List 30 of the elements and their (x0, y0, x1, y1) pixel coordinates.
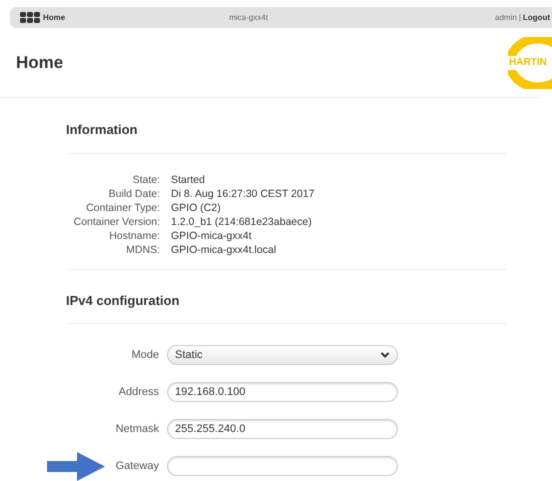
info-value: GPIO-mica-gxx4t.local (171, 242, 276, 256)
field-label: Gateway (114, 458, 159, 474)
section-heading: IPv4 configuration (66, 270, 506, 324)
home-link[interactable]: Home (43, 12, 66, 24)
input-field[interactable] (167, 456, 398, 476)
info-label: Container Type: (85, 200, 160, 214)
info-value: 1.2.0_b1 (214:681e23abaece) (171, 214, 312, 228)
logout-link[interactable]: Logout (522, 12, 550, 24)
info-value: Started (171, 172, 205, 186)
info-label: State: (132, 172, 160, 186)
info-label: MDNS: (125, 242, 160, 256)
apps-grid-icon[interactable] (20, 12, 40, 23)
user-name: admin (495, 12, 517, 24)
info-value: Di 8. Aug 16:27:30 CEST 2017 (171, 186, 314, 200)
info-value: GPIO (C2) (171, 200, 221, 214)
field-label: Mode (130, 348, 159, 363)
page-title: Home (16, 52, 64, 74)
separator-text: | (518, 12, 521, 24)
hostname-label: mica-gxx4t (229, 12, 268, 24)
field-label: Address (118, 384, 159, 400)
info-label: Build Date: (108, 186, 160, 200)
input-field[interactable]: 192.168.0.100 (167, 382, 398, 402)
info-label: Hostname: (108, 228, 160, 242)
info-value: GPIO-mica-gxx4t (171, 228, 252, 242)
section-heading: Information (66, 98, 506, 154)
info-label: Container Version: (72, 214, 160, 228)
field-label: Netmask (114, 422, 159, 437)
company-logo: HARTIN (508, 36, 552, 88)
mode-select[interactable]: Static (167, 345, 398, 365)
input-field[interactable]: 255.255.240.0 (167, 419, 398, 439)
